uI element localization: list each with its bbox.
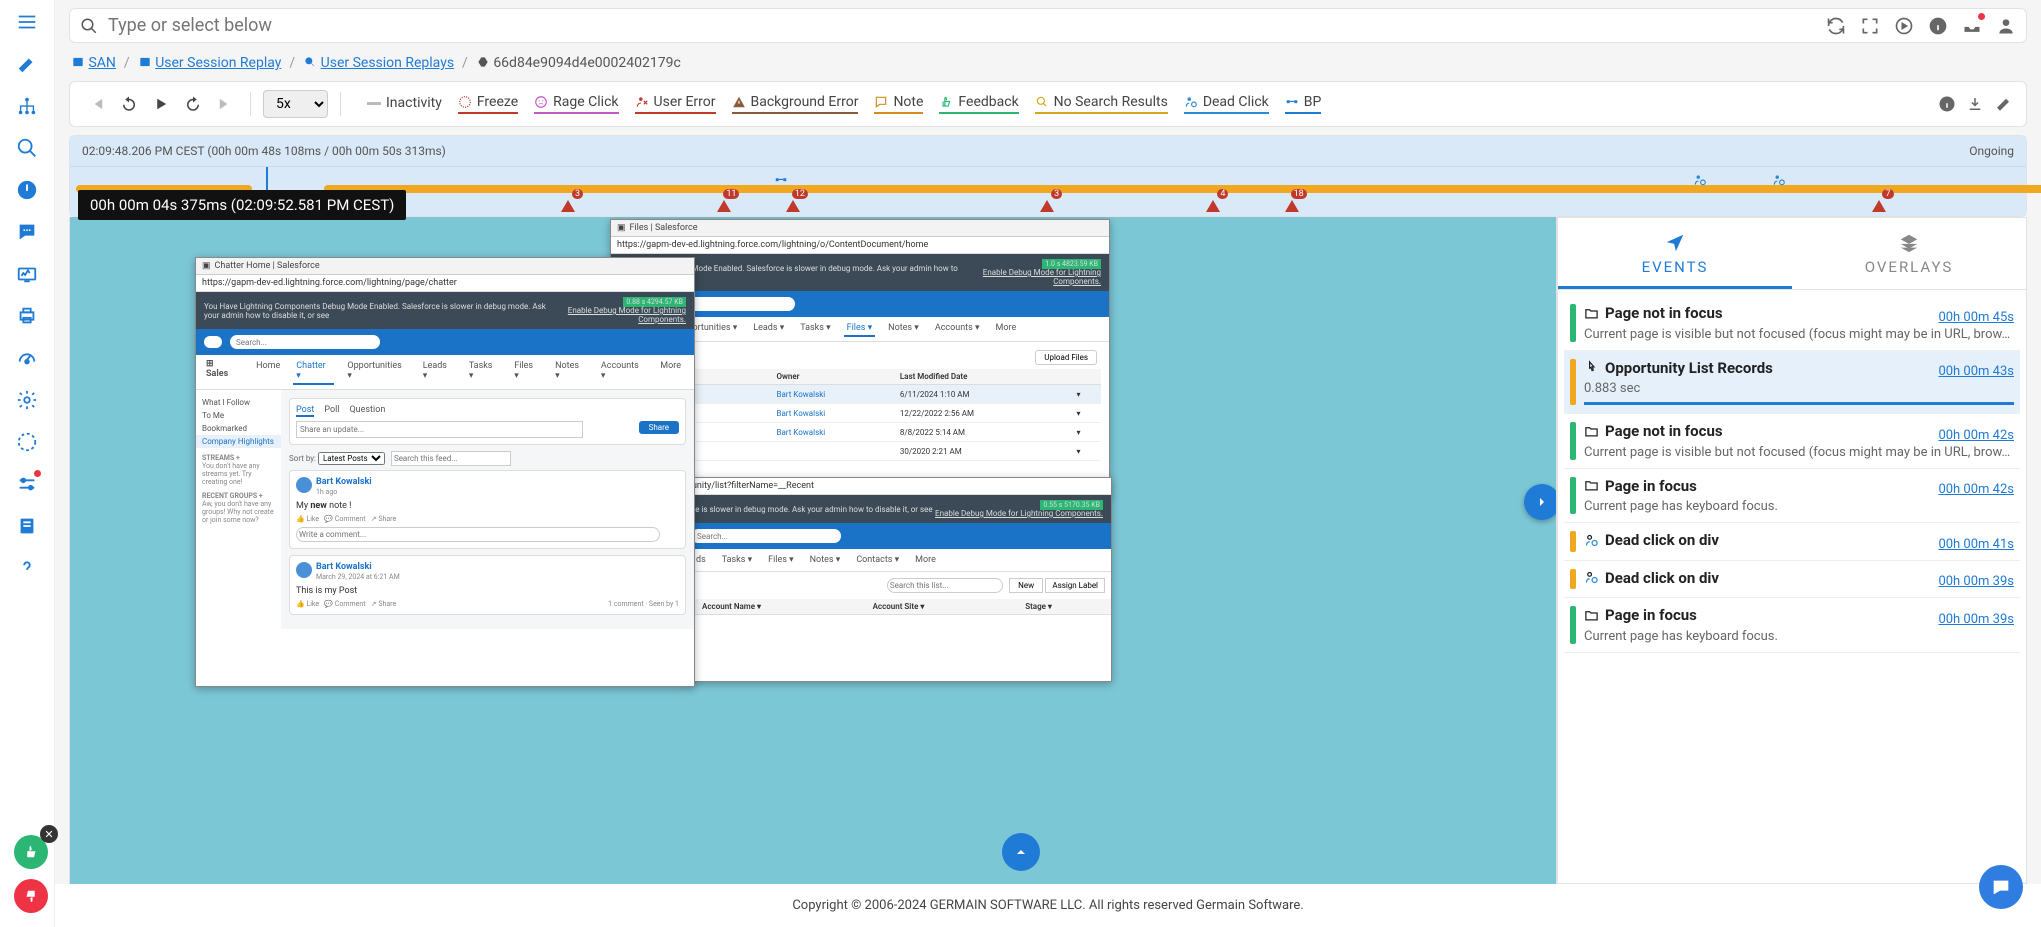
inbox-icon[interactable] [1962,16,1982,36]
panel-toggle-button[interactable] [1524,484,1557,520]
breadcrumb: SAN / User Session Replay / User Session… [55,51,2041,81]
search-icon[interactable] [15,136,39,160]
search-icon [80,17,98,35]
legend-feedback[interactable]: Feedback [939,94,1018,114]
loading-icon[interactable] [15,430,39,454]
event-item[interactable]: Page in focus00h 00m 42sCurrent page has… [1564,469,2020,524]
tab-events[interactable]: EVENTS [1558,218,1792,289]
dashboard-icon[interactable] [15,262,39,286]
replay-viewport: ▣Files | Salesforce https://gapm-dev-ed.… [69,217,1557,884]
scroll-top-button[interactable] [1002,833,1040,871]
events-panel: EVENTS OVERLAYS Page not in focus00h 00m… [1557,217,2027,884]
breadcrumb-replay[interactable]: User Session Replay [155,55,281,71]
close-icon[interactable]: ✕ [40,825,58,843]
rewind-button[interactable] [116,91,142,117]
hierarchy-icon[interactable] [15,94,39,118]
menu-icon[interactable] [15,10,39,34]
event-item[interactable]: Page not in focus00h 00m 45sCurrent page… [1564,296,2020,351]
next-button[interactable] [212,91,238,117]
timeline: 02:09:48.206 PM CEST (00h 00m 48s 108ms … [69,135,2027,217]
speed-select[interactable]: 5x [263,90,328,118]
timeline-error-marker[interactable]: 4 [1204,197,1222,215]
print-icon[interactable] [15,304,39,328]
timeline-error-marker[interactable]: 7 [1870,197,1888,215]
edit-icon[interactable] [15,52,39,76]
thumbs-up-fab[interactable]: ✕ [14,835,48,869]
breadcrumb-san[interactable]: SAN [88,55,115,71]
refresh-icon[interactable] [1826,16,1846,36]
book-icon[interactable] [15,514,39,538]
sliders-icon[interactable] [15,472,39,496]
event-item[interactable]: Opportunity List Records00h 00m 43s0.883… [1564,351,2020,415]
event-item[interactable]: Page in focus00h 00m 39sCurrent page has… [1564,598,2020,653]
legend-rage[interactable]: Rage Click [534,94,618,114]
player-toolbar: 5x Inactivity Freeze Rage Click User Err… [69,81,2027,127]
chat-fab[interactable] [1979,865,2023,909]
play-circle-icon[interactable] [1894,16,1914,36]
gauge-icon[interactable] [15,346,39,370]
legend-inactivity[interactable]: Inactivity [367,95,442,113]
info-icon[interactable] [1928,16,1948,36]
user-icon[interactable] [1996,16,2016,36]
timeline-deadclick-marker[interactable] [1772,173,1786,187]
timeline-error-marker[interactable]: 11 [715,197,733,215]
legend-bp[interactable]: BP [1285,94,1322,114]
legend-bgerror[interactable]: Background Error [732,94,859,114]
alert-icon[interactable] [15,178,39,202]
legend-freeze[interactable]: Freeze [458,94,518,114]
event-item[interactable]: Dead click on div00h 00m 41s [1564,523,2020,561]
prev-button[interactable] [84,91,110,117]
timeline-error-marker[interactable]: 3 [1038,197,1056,215]
download-icon[interactable] [1966,95,1984,113]
search-bar [69,8,2027,43]
timestamp-overlay: 00h 00m 04s 375ms (02:09:52.581 PM CEST) [78,190,406,220]
legend-deadclick[interactable]: Dead Click [1184,94,1269,114]
thumbs-down-fab[interactable] [14,879,48,913]
event-item[interactable]: Page not in focus00h 00m 42sCurrent page… [1564,414,2020,469]
search-input[interactable] [108,15,1816,36]
gear-icon[interactable] [15,388,39,412]
timeline-error-marker[interactable]: 12 [784,197,802,215]
pencil-icon[interactable] [1994,95,2012,113]
legend-nosearch[interactable]: No Search Results [1035,94,1168,114]
breadcrumb-replays[interactable]: User Session Replays [321,55,454,71]
help-icon[interactable] [15,556,39,580]
chat-icon[interactable] [15,220,39,244]
timeline-error-marker[interactable]: 3 [559,197,577,215]
play-button[interactable] [148,91,174,117]
event-item[interactable]: Dead click on div00h 00m 39s [1564,561,2020,599]
forward-button[interactable] [180,91,206,117]
timestamp-label: 02:09:48.206 PM CEST (00h 00m 48s 108ms … [82,144,446,158]
footer: Copyright © 2006-2024 GERMAIN SOFTWARE L… [55,884,2041,927]
toolbar-info-icon[interactable] [1938,95,1956,113]
ongoing-label: Ongoing [1969,144,2014,158]
legend-note[interactable]: Note [874,94,923,114]
tab-overlays[interactable]: OVERLAYS [1792,218,2026,289]
timeline-error-marker[interactable]: 18 [1283,197,1301,215]
fullscreen-icon[interactable] [1860,16,1880,36]
timeline-deadclick-marker[interactable] [1693,173,1707,187]
legend-usererror[interactable]: User Error [635,94,716,114]
breadcrumb-current: 66d84e9094d4e0002402179c [493,55,680,71]
